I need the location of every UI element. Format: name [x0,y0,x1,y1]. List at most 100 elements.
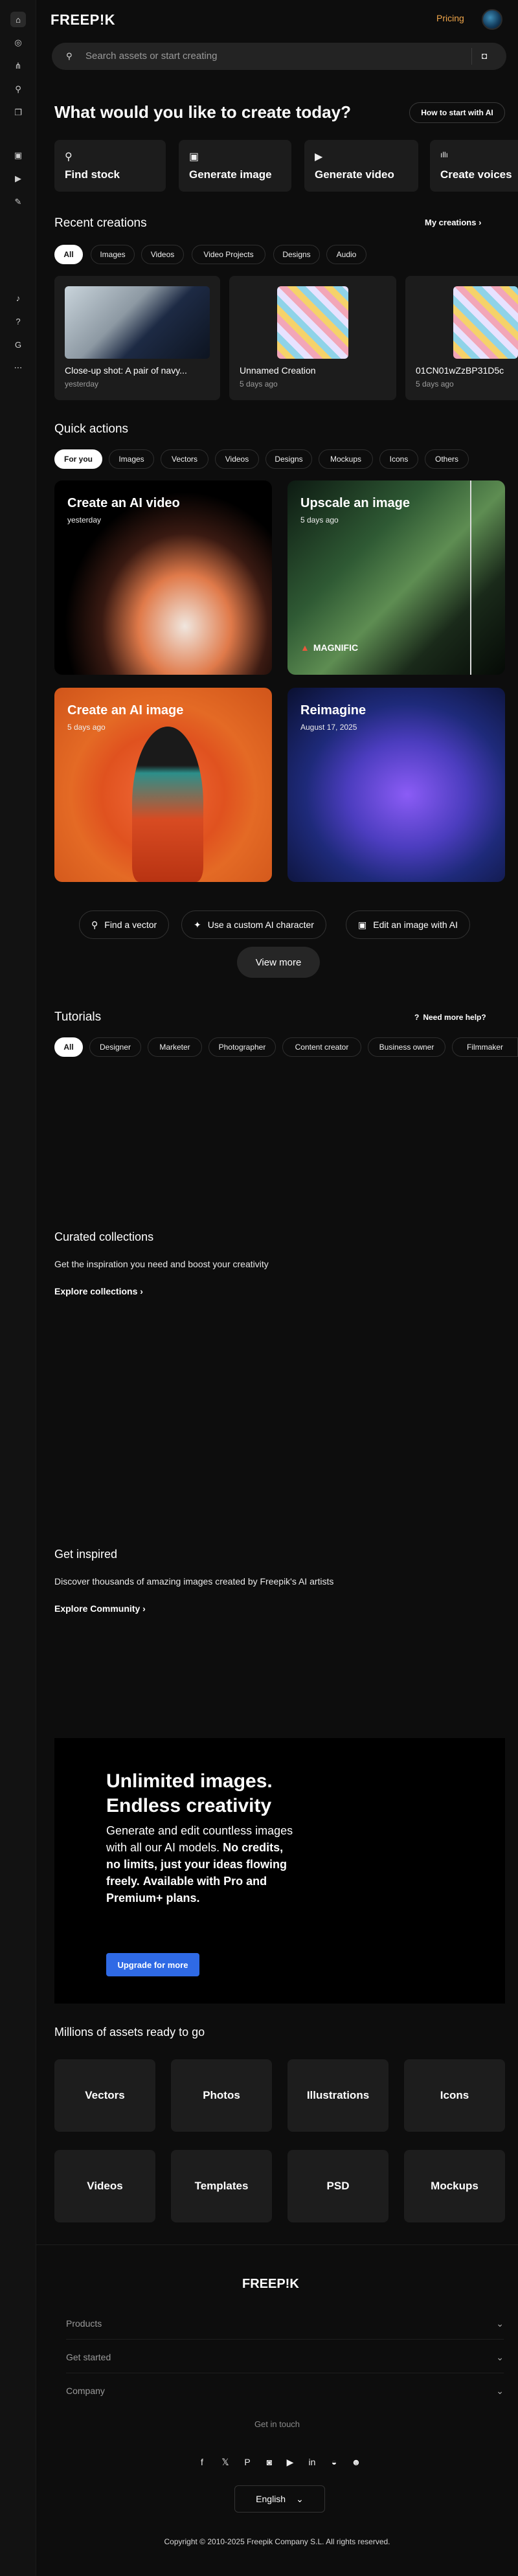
filter-video-projects[interactable]: Video Projects [192,245,265,264]
filter-designer[interactable]: Designer [89,1037,141,1057]
card-label: Find stock [65,168,120,181]
footer-logo: FREEP!K [242,2277,299,2291]
filter-photographer[interactable]: Photographer [208,1037,276,1057]
camera-icon[interactable]: ◘ [482,51,487,61]
image-icon[interactable]: ▣ [10,148,26,163]
filter-videos[interactable]: Videos [215,449,259,469]
quick-actions-title: Quick actions [54,422,129,436]
recent-creation-card[interactable]: 01CN01wZzBP31D5c 5 days ago [405,276,518,400]
pinterest-icon[interactable]: P [241,2456,254,2469]
upgrade-button[interactable]: Upgrade for more [106,1953,199,1976]
reddit-icon[interactable]: ☻ [350,2456,363,2469]
creation-title: Unnamed Creation [240,365,316,376]
recent-creations-title: Recent creations [54,216,147,230]
language-icon[interactable]: G [10,337,26,352]
generate-video-card[interactable]: ▶ Generate video [304,140,418,192]
filter-others[interactable]: Others [425,449,469,469]
share-icon[interactable]: ⋔ [10,58,26,74]
asset-templates[interactable]: Templates [171,2150,272,2222]
creation-date: yesterday [65,379,99,389]
find-vector-button[interactable]: ⚲ Find a vector [79,910,170,939]
footer-products[interactable]: Products ⌄ [66,2318,504,2329]
home-icon[interactable]: ⌂ [10,12,26,27]
instagram-icon[interactable]: ◙ [263,2456,276,2469]
how-to-start-button[interactable]: How to start with AI [409,102,505,123]
upscale-image-card[interactable]: Upscale an image 5 days ago ▲ MAGNIFIC [287,480,505,675]
avatar[interactable] [482,9,502,30]
asset-photos[interactable]: Photos [171,2059,272,2132]
filter-business-owner[interactable]: Business owner [368,1037,445,1057]
card-date: August 17, 2025 [300,723,357,732]
chevron-down-icon: ⌄ [496,2386,504,2396]
generate-image-card[interactable]: ▣ Generate image [179,140,291,192]
asset-mockups[interactable]: Mockups [404,2150,505,2222]
filter-for-you[interactable]: For you [54,449,102,469]
compare-slider-handle[interactable] [470,480,471,675]
explore-community-link[interactable]: Explore Community › [54,1603,146,1614]
filter-all[interactable]: All [54,1037,83,1057]
create-ai-image-card[interactable]: Create an AI image 5 days ago [54,688,272,882]
filter-mockups[interactable]: Mockups [319,449,373,469]
custom-ai-character-button[interactable]: ✦ Use a custom AI character [181,910,326,939]
filter-designs[interactable]: Designs [273,245,320,264]
page-title: What would you like to create today? [54,102,351,122]
find-stock-card[interactable]: ⚲ Find stock [54,140,166,192]
globe-icon[interactable]: ◎ [10,35,26,51]
assets-title: Millions of assets ready to go [54,2026,205,2039]
filter-all[interactable]: All [54,245,83,264]
filter-marketer[interactable]: Marketer [148,1037,202,1057]
collections-description: Get the inspiration you need and boost y… [54,1259,269,1269]
edit-icon[interactable]: ✎ [10,194,26,210]
need-help-link[interactable]: ? Need more help? [414,1013,486,1022]
footer-get-started[interactable]: Get started ⌄ [66,2352,504,2362]
reimagine-card[interactable]: Reimagine August 17, 2025 [287,688,505,882]
help-icon[interactable]: ? [10,313,26,329]
search-divider [471,48,472,65]
filter-vectors[interactable]: Vectors [161,449,208,469]
my-creations-link[interactable]: My creations › [425,218,481,227]
card-title: Create an AI video [67,496,180,510]
filter-images[interactable]: Images [109,449,154,469]
card-title: Create an AI image [67,703,184,717]
pricing-link[interactable]: Pricing [436,13,464,23]
filter-content-creator[interactable]: Content creator [282,1037,361,1057]
card-label: Generate video [315,168,394,181]
language-selector[interactable]: English ⌄ [234,2485,325,2513]
create-ai-video-card[interactable]: Create an AI video yesterday [54,480,272,675]
search-input[interactable]: Search assets or start creating [85,51,217,62]
search-icon[interactable]: ⚲ [10,82,26,97]
asset-vectors[interactable]: Vectors [54,2059,155,2132]
filter-images[interactable]: Images [91,245,135,264]
card-date: 5 days ago [67,723,106,732]
x-icon[interactable]: 𝕏 [219,2456,232,2469]
footer-section-label: Company [66,2386,105,2396]
filter-videos[interactable]: Videos [141,245,184,264]
video-icon[interactable]: ▶ [10,171,26,186]
youtube-icon[interactable]: ▶ [284,2456,297,2469]
discord-icon[interactable]: ◒ [328,2456,341,2469]
filter-audio[interactable]: Audio [326,245,366,264]
asset-videos[interactable]: Videos [54,2150,155,2222]
filter-filmmaker[interactable]: Filmmaker [452,1037,518,1057]
edit-image-ai-button[interactable]: ▣ Edit an image with AI [346,910,470,939]
card-date: 5 days ago [300,515,339,525]
create-voices-card[interactable]: ıllı Create voices [430,140,518,192]
asset-illustrations[interactable]: Illustrations [287,2059,388,2132]
asset-icons[interactable]: Icons [404,2059,505,2132]
layers-icon[interactable]: ❐ [10,105,26,120]
freepik-logo[interactable]: FREEP!K [51,12,115,28]
bell-icon[interactable]: ♪ [10,290,26,306]
footer-company[interactable]: Company ⌄ [66,2386,504,2396]
filter-designs[interactable]: Designs [265,449,312,469]
top-bar: FREEP!K Pricing [36,0,518,40]
view-more-button[interactable]: View more [237,947,320,978]
asset-psd[interactable]: PSD [287,2150,388,2222]
explore-collections-link[interactable]: Explore collections › [54,1286,143,1296]
recent-creation-card[interactable]: Unnamed Creation 5 days ago [229,276,396,400]
linkedin-icon[interactable]: in [306,2456,319,2469]
facebook-icon[interactable]: f [196,2456,208,2469]
search-bar[interactable]: ⚲ Search assets or start creating ◘ [52,43,506,70]
filter-icons[interactable]: Icons [379,449,418,469]
more-icon[interactable]: ⋯ [10,360,26,376]
recent-creation-card[interactable]: Close-up shot: A pair of navy... yesterd… [54,276,220,400]
